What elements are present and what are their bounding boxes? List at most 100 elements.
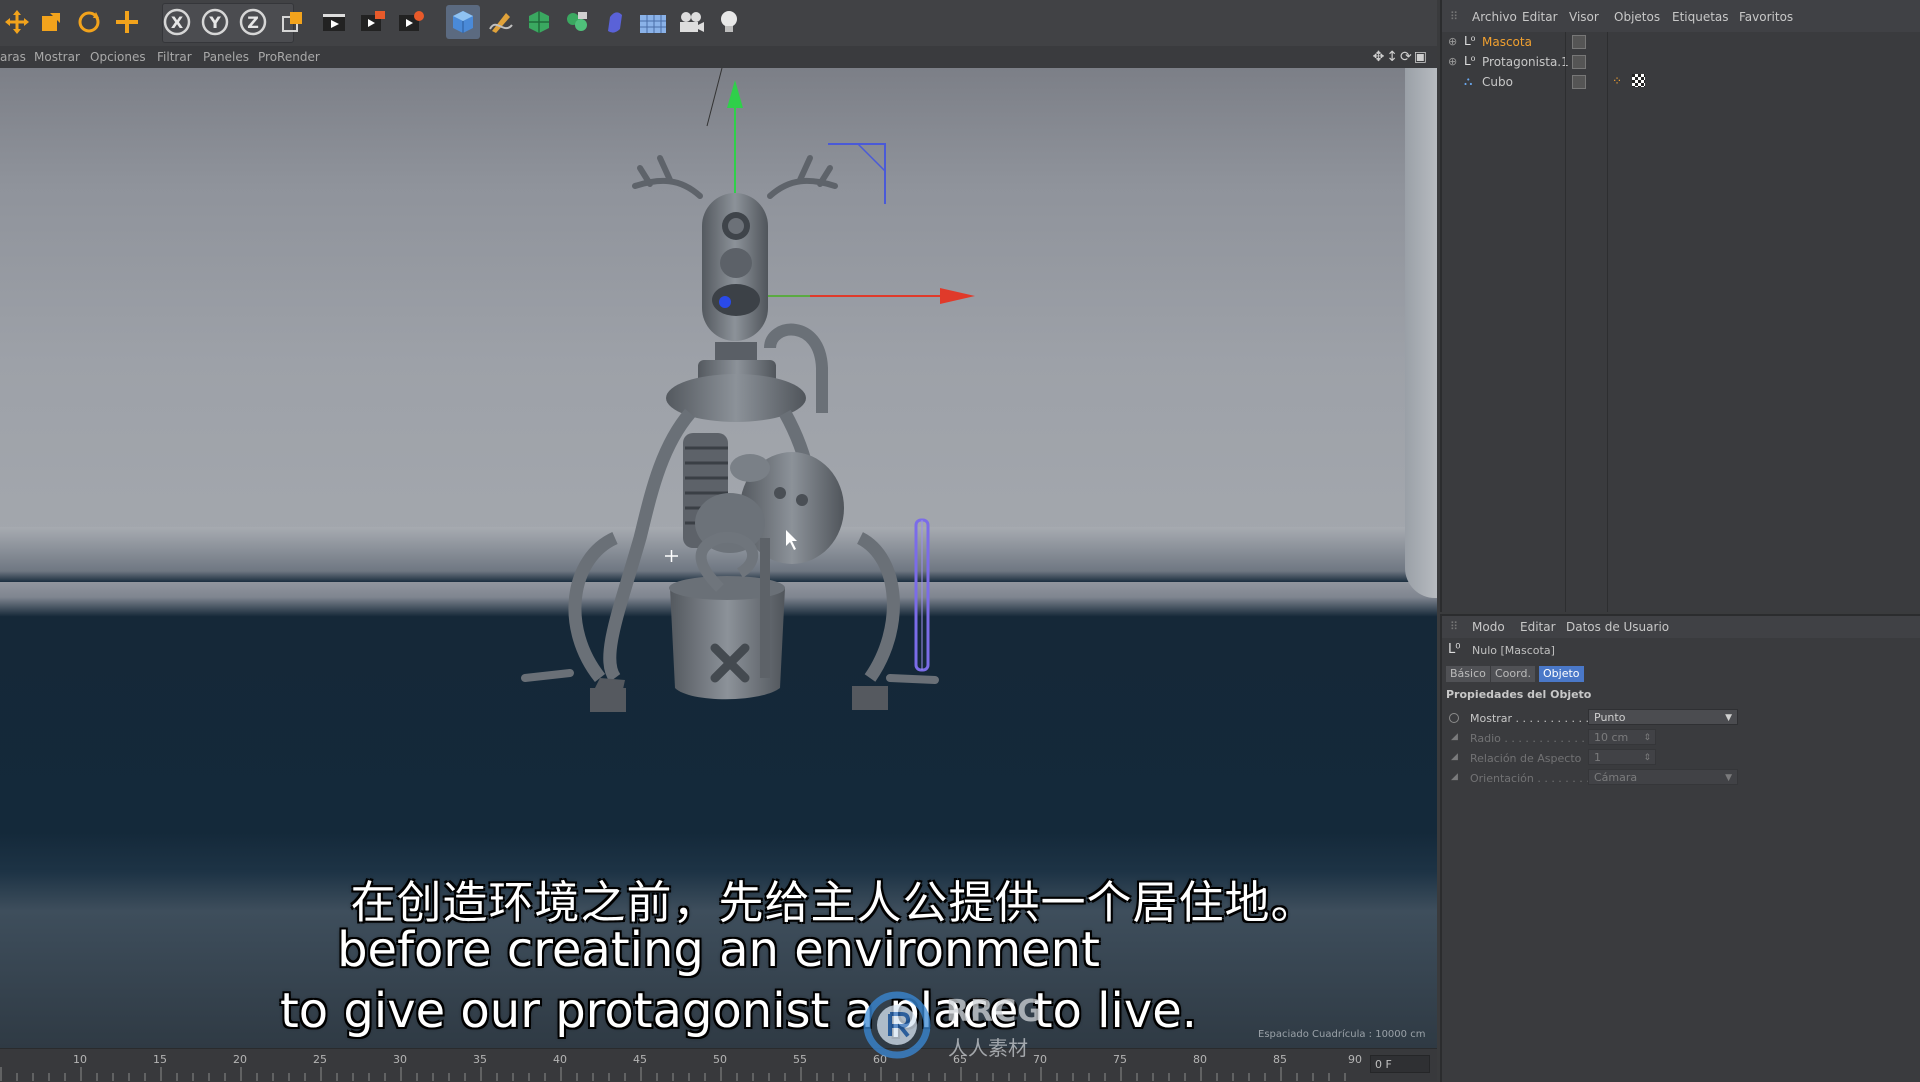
object-name: Protagonista.1 [1482, 55, 1569, 69]
object-name: Cubo [1482, 75, 1513, 89]
attribute-manager-panel: ⠿ Modo Editar Datos de Usuario L⁰ Nulo [… [1440, 614, 1920, 1082]
tick-label: 25 [313, 1053, 327, 1066]
timeline-ticks [0, 1067, 1346, 1081]
null-object-icon: L⁰ [1464, 54, 1476, 68]
rotate-icon[interactable] [72, 5, 106, 39]
tag-icon[interactable]: ⁘ [1612, 74, 1622, 88]
am-menu-datos-usuario[interactable]: Datos de Usuario [1566, 620, 1669, 634]
cube-object-icon: ⛬ [1464, 74, 1473, 88]
cube-icon[interactable] [446, 5, 480, 39]
svg-text:Y: Y [208, 13, 221, 32]
current-frame-field[interactable]: 0 F [1370, 1055, 1430, 1073]
visibility-toggle-icon[interactable] [1572, 55, 1586, 69]
null-object-icon: L⁰ [1448, 642, 1461, 657]
timeline-ruler[interactable]: 10 15 20 25 30 35 40 45 50 55 60 65 70 7… [0, 1048, 1437, 1081]
viewport-menu-prorender[interactable]: ProRender [258, 50, 320, 64]
floor-icon[interactable] [636, 5, 670, 39]
tick-label: 15 [153, 1053, 167, 1066]
property-relacion-aspecto: ◢ Relación de Aspecto 1 ⇕ [1442, 748, 1920, 768]
main-toolbar: X Y Z [0, 0, 1437, 47]
stepper-icon: ⇕ [1643, 733, 1651, 743]
object-row-protagonista[interactable]: ⊕ L⁰ Protagonista.1 [1442, 52, 1920, 72]
viewport-navigation-icons[interactable]: ✥↕⟳▣ [1373, 49, 1429, 65]
property-orientacion: ◢ Orientación . . . . . . . . Cámara ▼ [1442, 768, 1920, 788]
om-menu-objetos[interactable]: Objetos [1614, 10, 1660, 24]
viewport-menu-cameras[interactable]: aras [0, 50, 26, 64]
subtitle-english-line2: to give our protagonist a place to live. [279, 983, 1198, 1039]
y-axis-arrow [727, 80, 743, 108]
orientacion-select[interactable]: Cámara ▼ [1588, 769, 1738, 785]
world-coordinate-icon[interactable] [276, 5, 310, 39]
subtitle-english-line1: before creating an environment [337, 922, 1100, 978]
tick-label: 10 [73, 1053, 87, 1066]
z-axis-icon[interactable]: Z [236, 5, 270, 39]
dropdown-arrow-icon: ▼ [1725, 713, 1732, 723]
viewport-menu-mostrar[interactable]: Mostrar [34, 50, 80, 64]
subdivision-icon[interactable] [522, 5, 556, 39]
tick-label: 45 [633, 1053, 647, 1066]
expand-icon[interactable]: ⊕ [1448, 55, 1457, 68]
tab-coord[interactable]: Coord. [1491, 666, 1535, 682]
om-menu-visor[interactable]: Visor [1569, 10, 1599, 24]
tick-label: 55 [793, 1053, 807, 1066]
visibility-toggle-icon[interactable] [1572, 35, 1586, 49]
object-row-cubo[interactable]: ⛬ Cubo ⁘ [1442, 72, 1920, 92]
column-divider [1607, 32, 1608, 612]
om-menu-etiquetas[interactable]: Etiquetas [1672, 10, 1729, 24]
tick-label: 80 [1193, 1053, 1207, 1066]
array-icon[interactable] [560, 5, 594, 39]
render-view-icon[interactable] [318, 5, 352, 39]
am-menu-modo[interactable]: Modo [1472, 620, 1505, 634]
radio-field[interactable]: 10 cm ⇕ [1588, 729, 1656, 745]
tick-label: 40 [553, 1053, 567, 1066]
dropdown-arrow-icon: ▼ [1725, 773, 1732, 783]
viewport-menu-paneles[interactable]: Paneles [203, 50, 249, 64]
panel-grip-icon: ⠿ [1450, 10, 1459, 23]
create-icon[interactable] [110, 5, 144, 39]
object-title: Nulo [Mascota] [1472, 644, 1555, 657]
property-radio: ◢ Radio . . . . . . . . . . . . . 10 cm ⇕ [1442, 728, 1920, 748]
move-icon[interactable] [0, 5, 34, 39]
panel-grip-icon: ⠿ [1450, 620, 1459, 633]
scale-icon[interactable] [34, 5, 68, 39]
svg-text:X: X [171, 13, 184, 32]
x-axis-icon[interactable]: X [160, 5, 194, 39]
om-menu-editar[interactable]: Editar [1522, 10, 1558, 24]
light-icon[interactable] [712, 5, 746, 39]
tick-label: 30 [393, 1053, 407, 1066]
aspect-ratio-field[interactable]: 1 ⇕ [1588, 749, 1656, 765]
object-manager-panel: ⠿ Archivo Editar Visor Objetos Etiquetas… [1440, 0, 1920, 612]
mostrar-select[interactable]: Punto ▼ [1588, 709, 1738, 725]
viewport-menu-filtrar[interactable]: Filtrar [157, 50, 192, 64]
om-menu-favoritos[interactable]: Favoritos [1739, 10, 1793, 24]
camera-icon[interactable] [674, 5, 708, 39]
object-name: Mascota [1482, 35, 1532, 49]
tab-basico[interactable]: Básico [1446, 666, 1490, 682]
om-menu-archivo[interactable]: Archivo [1472, 10, 1517, 24]
animate-icon: ◢ [1451, 752, 1458, 762]
am-menu-editar[interactable]: Editar [1520, 620, 1556, 634]
svg-text:Z: Z [247, 13, 259, 32]
pen-icon[interactable] [484, 5, 518, 39]
render-picture-viewer-icon[interactable] [356, 5, 390, 39]
y-axis-icon[interactable]: Y [198, 5, 232, 39]
tick-label: 20 [233, 1053, 247, 1066]
tick-label: 90 [1348, 1053, 1362, 1066]
tick-label: 85 [1273, 1053, 1287, 1066]
animate-icon: ◢ [1451, 732, 1458, 742]
animate-icon: ◢ [1451, 772, 1458, 782]
viewport-menu-opciones[interactable]: Opciones [90, 50, 146, 64]
tab-objeto[interactable]: Objeto [1539, 666, 1584, 682]
deformer-icon[interactable] [598, 5, 632, 39]
column-divider [1565, 32, 1566, 612]
object-row-mascota[interactable]: ⊕ L⁰ Mascota [1442, 32, 1920, 52]
material-tag-icon[interactable] [1632, 74, 1645, 87]
visibility-toggle-icon[interactable] [1572, 75, 1586, 89]
render-settings-icon[interactable] [394, 5, 428, 39]
expand-icon[interactable]: ⊕ [1448, 35, 1457, 48]
selection-point [719, 296, 731, 308]
animate-icon[interactable] [1449, 713, 1459, 723]
watermark-logo: RRCG 人人素材 [862, 990, 1072, 1060]
stepper-icon: ⇕ [1643, 753, 1651, 763]
tick-label: 75 [1113, 1053, 1127, 1066]
